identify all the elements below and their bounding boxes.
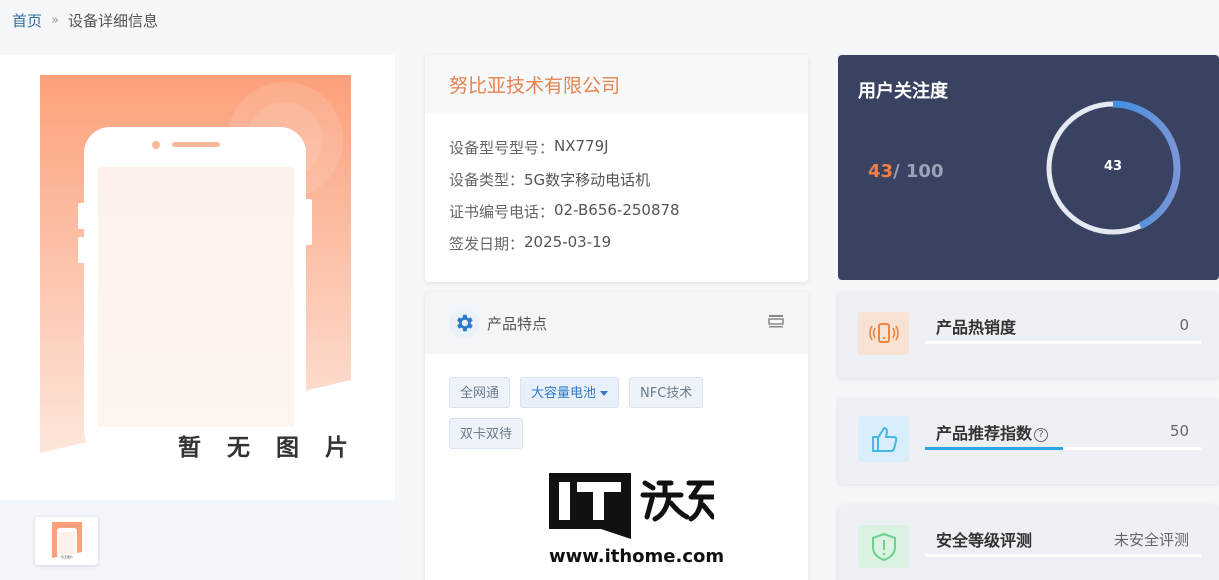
metric-label-wrap: 产品推荐指数? [936, 420, 1049, 444]
gear-icon [449, 308, 479, 338]
feature-tag-dropdown[interactable]: 大容量电池 [520, 377, 620, 408]
metric-label: 安全等级评测 [936, 531, 1033, 550]
help-icon[interactable]: ? [1034, 428, 1049, 442]
feature-tag[interactable]: 双卡双待 [449, 418, 524, 449]
metric-card-security: 安全等级评测 未安全评测 [838, 505, 1219, 580]
info-label: 证书编号电话： [449, 203, 555, 221]
info-value: NX779J [554, 137, 609, 155]
attention-score: 43/ 100 [868, 161, 943, 182]
breadcrumb-separator: » [51, 13, 59, 28]
no-image-label: 暂 无 图 片 [178, 435, 358, 461]
metric-card-recommend: 产品推荐指数? 50 [838, 398, 1219, 484]
info-label: 设备型号型号： [449, 139, 555, 157]
user-attention-card: 用户关注度 43/ 100 43 [838, 55, 1219, 280]
caret-down-icon [600, 391, 609, 396]
info-label: 签发日期： [449, 235, 525, 253]
info-label: 设备类型： [449, 171, 525, 189]
metric-bar [925, 554, 1201, 557]
list-view-icon[interactable] [768, 314, 784, 328]
info-row-model: 设备型号型号： NX779J [449, 137, 784, 169]
device-image-panel: 暂 无 图 片 暂无图片 [0, 55, 395, 580]
company-name[interactable]: 努比亚技术有限公司 [449, 71, 784, 98]
feature-tags: 全网通 大容量电池 NFC技术 双卡双待 [425, 354, 755, 449]
thumbnail-image: 暂无图片 [51, 522, 82, 559]
company-info-card: 努比亚技术有限公司 设备型号型号： NX779J 设备类型： 5G数字移动电话机… [425, 55, 808, 282]
attention-score-total: / 100 [893, 161, 944, 182]
gauge-label: 43 [1104, 159, 1122, 174]
info-row-type: 设备类型： 5G数字移动电话机 [449, 169, 784, 201]
ithome-watermark-logo [549, 473, 714, 539]
breadcrumb-home-link[interactable]: 首页 [12, 10, 42, 31]
metric-label: 产品热销度 [936, 318, 1017, 337]
watermark-url: www.ithome.com [549, 546, 725, 567]
metric-value: 50 [1169, 422, 1189, 440]
metric-label: 产品推荐指数 [936, 424, 1033, 443]
features-header: 产品特点 [425, 292, 808, 354]
breadcrumb: 首页 » 设备详细信息 [12, 10, 158, 31]
metric-bar [925, 447, 1201, 450]
info-value: 5G数字移动电话机 [524, 171, 651, 189]
metric-bar-fill [925, 447, 1063, 450]
image-thumbnail[interactable]: 暂无图片 [35, 517, 98, 565]
feature-tag[interactable]: NFC技术 [629, 377, 704, 408]
metric-value: 未安全评测 [1113, 531, 1189, 549]
info-value: 2025-03-19 [524, 233, 612, 251]
info-row-issue-date: 签发日期： 2025-03-19 [449, 233, 784, 265]
no-image-placeholder [40, 75, 351, 455]
metric-card-hot-sales: 产品热销度 0 [838, 292, 1219, 378]
feature-tag-label: 大容量电池 [531, 386, 597, 401]
device-info-list: 设备型号型号： NX779J 设备类型： 5G数字移动电话机 证书编号电话： 0… [425, 113, 808, 265]
company-header: 努比亚技术有限公司 [425, 55, 808, 113]
thumbs-up-icon [858, 416, 909, 462]
phone-vibrate-icon [858, 312, 909, 355]
metric-bar [925, 341, 1201, 344]
info-row-certificate: 证书编号电话： 02-B656-250878 [449, 201, 784, 233]
attention-title: 用户关注度 [858, 81, 948, 102]
thumbnail-caption: 暂无图片 [60, 554, 72, 559]
info-value: 02-B656-250878 [554, 201, 680, 219]
metric-value: 0 [1179, 316, 1189, 334]
breadcrumb-current: 设备详细信息 [67, 12, 158, 30]
feature-tag[interactable]: 全网通 [449, 377, 511, 408]
features-title: 产品特点 [487, 314, 548, 333]
attention-score-value: 43 [868, 161, 894, 182]
attention-gauge: 43 [1045, 100, 1181, 236]
shield-alert-icon [858, 525, 909, 568]
